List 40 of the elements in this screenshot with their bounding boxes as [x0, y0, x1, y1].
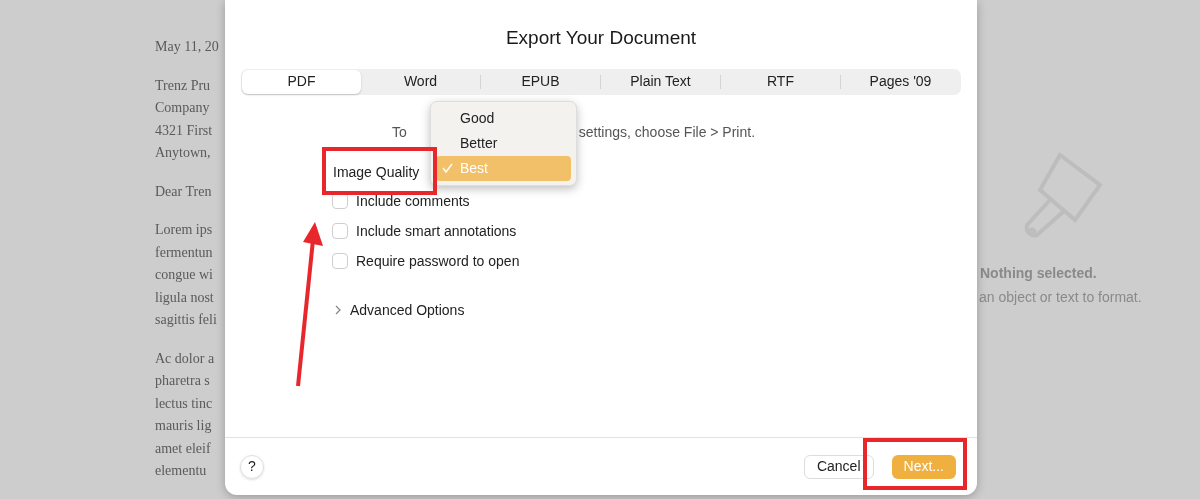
- quality-option[interactable]: Good: [436, 105, 571, 131]
- format-tab[interactable]: Pages '09: [841, 69, 960, 94]
- info-text: settings, choose File > Print.: [578, 122, 756, 142]
- check-icon: [442, 163, 453, 173]
- document-text: Lorem ips: [155, 221, 213, 239]
- document-text: May 11, 20: [155, 38, 219, 56]
- info-text: To: [392, 122, 407, 142]
- checkbox[interactable]: [332, 253, 348, 269]
- document-text: 4321 First: [155, 121, 213, 140]
- format-tab[interactable]: PDF: [242, 69, 361, 94]
- document-text: fermentun: [155, 243, 213, 262]
- document-text: sagittis feli: [155, 311, 217, 329]
- chevron-icon: [335, 305, 342, 315]
- checkbox[interactable]: [332, 223, 348, 239]
- format-tab[interactable]: Plain Text: [601, 69, 720, 94]
- document-text: Ac dolor a: [155, 349, 215, 368]
- document-text: amet eleif: [155, 439, 211, 458]
- format-tab[interactable]: RTF: [721, 69, 840, 94]
- dialog-title: Export Your Document: [505, 26, 697, 50]
- cancel-button[interactable]: Cancel: [803, 454, 874, 479]
- inspector-title: Nothing selected.: [980, 264, 1097, 283]
- document-text: mauris lig: [155, 417, 212, 435]
- advanced-options-toggle[interactable]: Advanced Options: [335, 299, 465, 321]
- image-quality-label: Image Quality: [333, 162, 420, 182]
- quality-option[interactable]: Better: [436, 130, 571, 156]
- document-text: ligula nost: [155, 288, 214, 307]
- option-label: Include comments: [356, 191, 470, 211]
- document-text: pharetra s: [155, 372, 210, 390]
- document-text: Dear Tren: [155, 182, 212, 201]
- format-tab[interactable]: EPUB: [481, 69, 600, 94]
- option-label: Include smart annotations: [356, 221, 517, 241]
- format-tab[interactable]: Word: [361, 69, 480, 94]
- document-text: Anytown,: [155, 144, 211, 162]
- document-text: Company: [155, 99, 210, 117]
- inspector-hint: an object or text to format.: [979, 288, 1142, 307]
- document-text: elementu: [155, 462, 207, 480]
- option-label: Require password to open: [356, 251, 520, 271]
- document-text: lectus tinc: [155, 394, 213, 413]
- document-text: Trenz Pru: [155, 76, 211, 95]
- document-text: congue wi: [155, 266, 213, 284]
